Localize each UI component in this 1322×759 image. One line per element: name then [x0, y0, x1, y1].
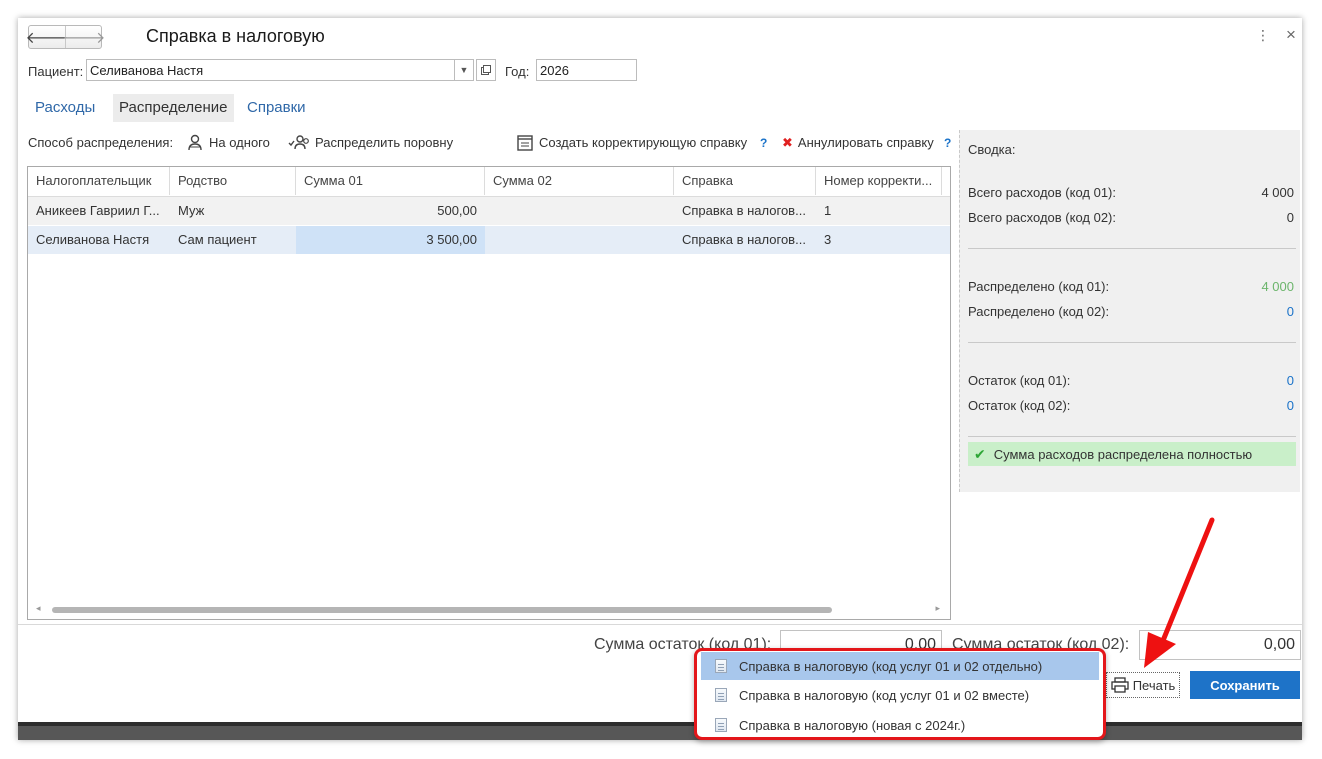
document-icon [715, 718, 727, 732]
more-menu-button[interactable]: ⋮ [1256, 27, 1270, 44]
distribution-method-label: Способ распределения: [28, 135, 174, 150]
total01-value: 4 000 [1261, 185, 1294, 200]
help-cancel-icon[interactable]: ? [944, 132, 951, 154]
print-menu-popup: Справка в налоговую (код услуг 01 и 02 о… [694, 648, 1106, 740]
back-button[interactable]: 🡐 [26, 26, 69, 48]
close-button[interactable]: × [1286, 25, 1296, 45]
total01-label: Всего расходов (код 01): [968, 185, 1116, 200]
summary-panel: Сводка: Всего расходов (код 01): 4 000 В… [959, 130, 1300, 492]
summary-title: Сводка: [968, 142, 1016, 157]
tab-distribution[interactable]: Распределение [113, 94, 234, 122]
help-correction-icon[interactable]: ? [760, 132, 767, 154]
table-cell[interactable]: 500,00 [296, 197, 485, 225]
caret-down-icon: ▼ [459, 65, 469, 75]
tab-expenses[interactable]: Расходы [29, 94, 101, 122]
column-header[interactable]: Сумма 02 [485, 167, 674, 195]
column-header[interactable]: Налогоплательщик [28, 167, 170, 195]
patient-open-button[interactable] [476, 59, 496, 81]
print-button[interactable]: Печать [1106, 672, 1180, 698]
cancel-certificate-button[interactable]: ✖ Аннулировать справку [782, 132, 934, 154]
check-icon: ✔ [974, 445, 986, 462]
column-header[interactable]: Сумма 01 [296, 167, 485, 195]
taxpayers-table: Налогоплательщик Родство Сумма 01 Сумма … [27, 166, 951, 620]
status-badge: ✔ Сумма расходов распределена полностью [968, 442, 1296, 466]
print-menu-item[interactable]: Справка в налоговую (код услуг 01 и 02 о… [701, 652, 1099, 680]
close-icon: × [1286, 25, 1296, 44]
print-menu-item[interactable]: Справка в налоговую (новая с 2024г.) [701, 711, 1099, 737]
group-icon [288, 135, 309, 150]
dialog-window: 🡐 🡒 Справка в налоговую ⋮ × Пациент: Сел… [18, 18, 1302, 740]
table-cell[interactable]: Муж [170, 197, 296, 225]
arrow-right-icon: 🡒 [62, 29, 106, 47]
table-cell[interactable]: Аникеев Гавриил Г... [28, 197, 170, 225]
document-icon [715, 688, 727, 702]
save-button[interactable]: Сохранить [1190, 671, 1300, 699]
scroll-right-icon[interactable]: ▸ [935, 603, 940, 614]
rest01-label: Остаток (код 01): [968, 373, 1071, 388]
print-menu-item[interactable]: Справка в налоговую (код услуг 01 и 02 в… [701, 681, 1099, 709]
column-header[interactable]: Родство [170, 167, 296, 195]
open-window-icon [481, 65, 491, 75]
table-cell[interactable]: Справка в налогов... [674, 197, 816, 225]
table-row[interactable]: Аникеев Гавриил Г... Муж 500,00 Справка … [28, 197, 950, 225]
table-header: Налогоплательщик Родство Сумма 01 Сумма … [28, 167, 950, 197]
printer-icon [1111, 677, 1129, 693]
patient-label: Пациент: [28, 64, 84, 79]
divider [968, 342, 1296, 343]
table-cell[interactable]: Справка в налогов... [674, 226, 816, 254]
year-input[interactable]: 2026 [536, 59, 637, 81]
red-x-icon: ✖ [782, 135, 793, 150]
taskbar-strip [18, 722, 1302, 740]
document-icon [715, 659, 727, 673]
patient-dropdown-button[interactable]: ▼ [454, 59, 474, 81]
forward-button[interactable]: 🡒 [63, 26, 105, 48]
scrollbar-thumb[interactable] [52, 607, 832, 613]
patient-input[interactable]: Селиванова Настя [86, 59, 474, 81]
table-cell[interactable]: 3 [816, 226, 942, 254]
table-row[interactable]: Селиванова Настя Сам пациент 3 500,00 Сп… [28, 226, 950, 254]
horizontal-scrollbar[interactable]: ◂ ▸ [32, 603, 944, 615]
total02-label: Всего расходов (код 02): [968, 210, 1116, 225]
table-cell[interactable]: 1 [816, 197, 942, 225]
dist02-value: 0 [1286, 304, 1294, 319]
rest02-label: Остаток (код 02): [968, 398, 1071, 413]
table-cell[interactable]: Селиванова Настя [28, 226, 170, 254]
total02-value: 0 [1286, 210, 1294, 225]
table-cell-selected[interactable]: 3 500,00 [296, 226, 485, 254]
history-nav: 🡐 🡒 [26, 25, 105, 49]
create-correction-button[interactable]: Создать корректирующую справку [516, 132, 747, 154]
dist01-value: 4 000 [1261, 279, 1294, 294]
column-header[interactable]: Справка [674, 167, 816, 195]
scroll-left-icon[interactable]: ◂ [36, 603, 41, 614]
rest02-value: 0 [1286, 398, 1294, 413]
table-cell[interactable] [485, 226, 674, 254]
tab-certificates[interactable]: Справки [241, 94, 312, 122]
dist02-label: Распределено (код 02): [968, 304, 1110, 319]
dist01-label: Распределено (код 01): [968, 279, 1110, 294]
assign-one-button[interactable]: На одного [186, 132, 270, 154]
year-label: Год: [505, 64, 530, 79]
distribute-evenly-button[interactable]: Распределить поровну [288, 132, 453, 154]
table-cell[interactable]: Сам пациент [170, 226, 296, 254]
column-header[interactable]: Номер корректи... [816, 167, 942, 195]
page-title: Справка в налоговую [146, 26, 325, 46]
person-icon [188, 134, 202, 151]
divider [968, 436, 1296, 437]
annotation-arrow-icon [1144, 517, 1215, 668]
rest01-value: 0 [1286, 373, 1294, 388]
document-list-icon [517, 135, 533, 151]
more-vertical-icon: ⋮ [1256, 27, 1270, 43]
divider [18, 624, 1302, 625]
divider [968, 248, 1296, 249]
table-cell[interactable] [485, 197, 674, 225]
